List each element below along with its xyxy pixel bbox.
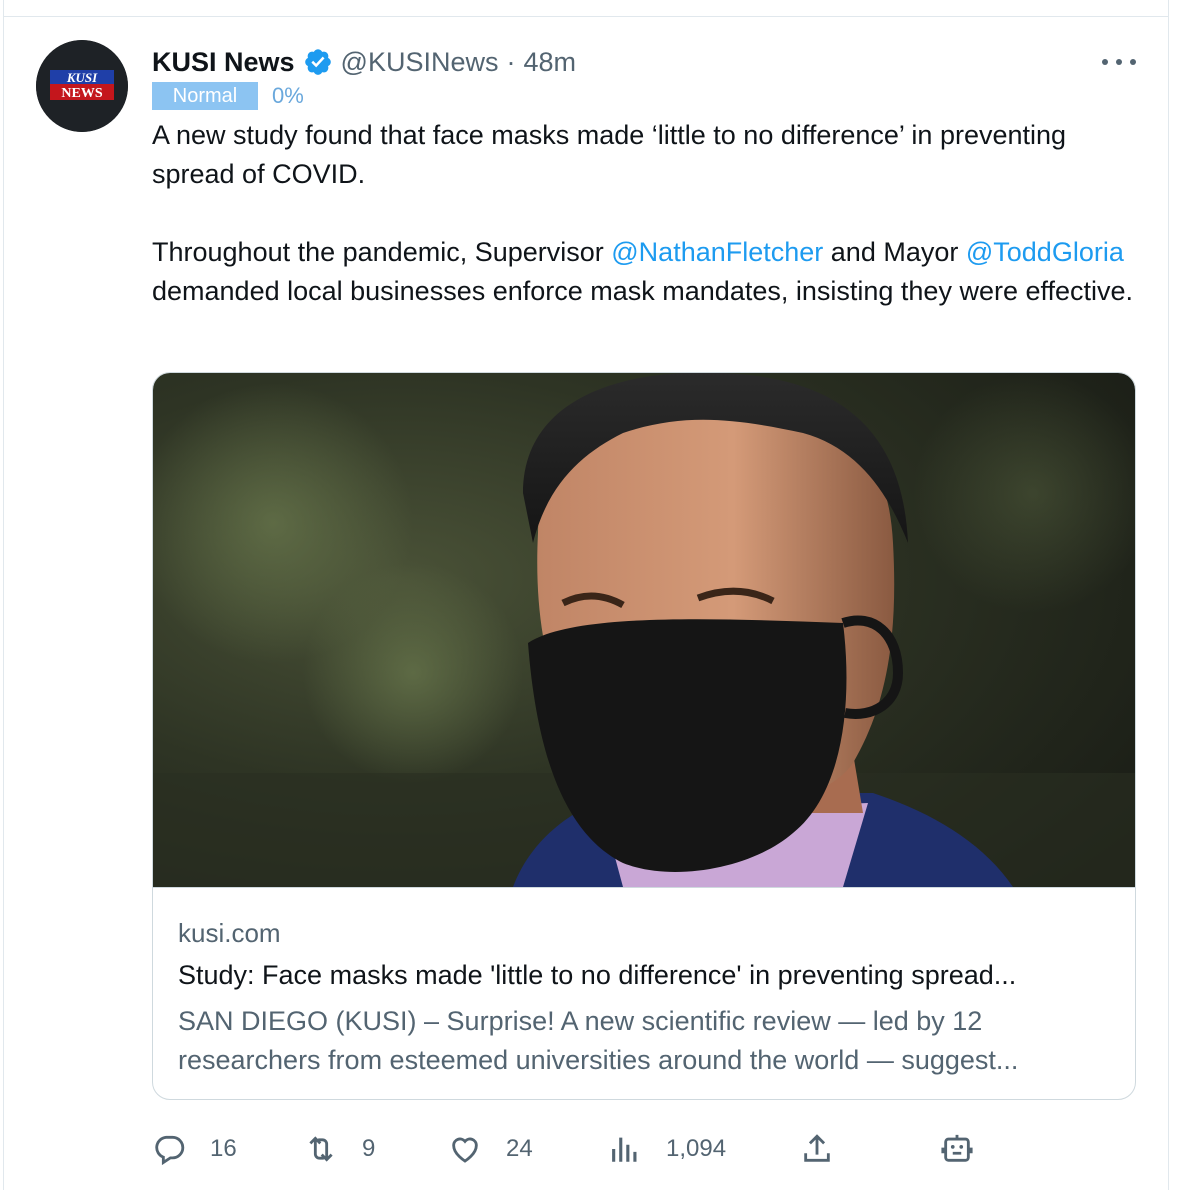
avatar[interactable]: KUSI NEWS [36,40,128,132]
views-icon [612,1137,637,1162]
author-handle[interactable]: @KUSINews [341,47,499,78]
mention-toddgloria[interactable]: @ToddGloria [966,237,1124,267]
svg-text:KUSI: KUSI [66,70,98,85]
reply-icon [155,1135,185,1166]
frame-top-border [3,16,1169,17]
status-percent: 0% [272,83,304,108]
mention-nathanfletcher[interactable]: @NathanFletcher [611,237,823,267]
retweet-button[interactable]: 9 [304,1126,375,1172]
views-count: 1,094 [666,1135,727,1162]
share-button[interactable] [800,1126,834,1172]
author-name[interactable]: KUSI News [152,47,295,78]
like-icon [452,1137,478,1163]
robot-icon [941,1134,973,1162]
more-options-icon[interactable] [1102,52,1136,72]
like-button[interactable]: 24 [448,1126,533,1172]
svg-text:NEWS: NEWS [61,86,102,101]
share-icon [804,1134,830,1162]
tweet-paragraph-2: Throughout the pandemic, Supervisor @Nat… [152,233,1152,311]
card-title: Study: Face masks made 'little to no dif… [178,960,1017,990]
link-card[interactable]: kusi.com Study: Face masks made 'little … [152,372,1136,1100]
robot-button[interactable] [940,1126,974,1172]
card-image[interactable] [153,373,1135,887]
reply-button[interactable]: 16 [152,1126,237,1172]
tweet-header: KUSI News @KUSINews · 48m [152,42,576,82]
retweet-count: 9 [362,1135,376,1162]
retweet-icon [309,1136,333,1162]
frame-right-border [1168,0,1169,1190]
status-badge: Normal [152,82,258,110]
tweet-text: A new study found that face masks made ‘… [152,116,1152,311]
reply-count: 16 [210,1135,237,1162]
action-bar: 16 9 24 1,094 [152,1126,1032,1172]
card-domain: kusi.com [178,918,281,948]
tweet-text-segment: demanded local businesses enforce mask m… [152,276,1134,306]
timestamp[interactable]: 48m [524,47,577,78]
tweet-text-segment: and Mayor [823,237,966,267]
tweet-text-segment: Throughout the pandemic, Supervisor [152,237,612,267]
card-body[interactable]: kusi.com Study: Face masks made 'little … [153,887,1135,1099]
tweet-paragraph-1: A new study found that face masks made ‘… [152,120,1067,189]
verified-badge-icon [304,49,331,75]
kusi-news-logo: KUSI NEWS [36,40,128,132]
card-description: SAN DIEGO (KUSI) – Surprise! A new scien… [178,1006,1019,1075]
views-button[interactable]: 1,094 [608,1126,726,1172]
separator-dot: · [506,46,516,77]
frame-left-border [3,0,4,1190]
status-row: Normal 0% [152,82,304,110]
like-count: 24 [506,1135,533,1162]
